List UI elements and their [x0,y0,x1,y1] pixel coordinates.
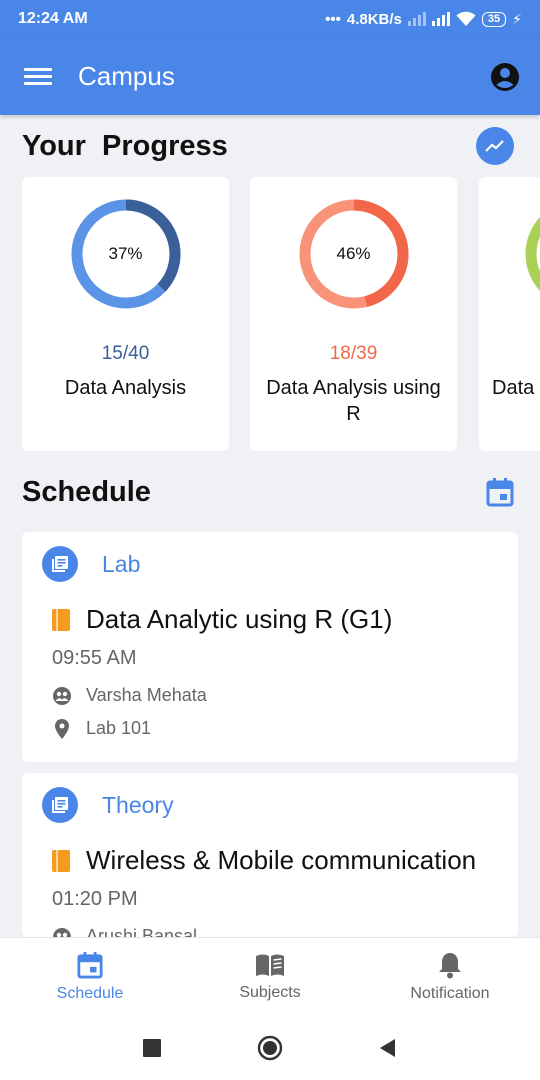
teacher-row: Arushi Bansal [52,926,197,937]
charging-icon: ⚡ [512,10,522,27]
class-type-label: Lab [102,550,141,577]
bottom-nav: Schedule Subjects Notification [0,937,540,1016]
teacher-name: Arushi Bansal [86,926,198,937]
progress-card[interactable]: 46% 18/39 Data Analysis using R [250,177,457,451]
nav-subjects[interactable]: Subjects [180,938,360,1016]
home-button[interactable] [257,1035,283,1061]
progress-card[interactable]: Data [479,177,540,451]
progress-percent: 37% [108,244,143,263]
progress-ring [524,198,540,310]
subject-row: Wireless & Mobile communication [52,845,476,876]
progress-percent: 46% [336,244,371,263]
recents-button[interactable] [139,1035,165,1061]
schedule-card[interactable]: Theory Wireless & Mobile communication 0… [22,773,518,937]
progress-card[interactable]: 37% 15/40 Data Analysis [22,177,229,451]
class-type-icon [42,546,78,582]
class-type-icon [42,787,78,823]
signal-icon [407,12,426,26]
status-dots: ••• [325,10,341,28]
progress-count: 18/39 [329,343,378,364]
back-button[interactable] [375,1035,401,1061]
account-icon[interactable] [490,62,520,92]
trending-icon[interactable] [476,127,514,165]
signal-4g-icon [431,12,450,26]
people-icon [52,686,72,706]
battery-icon: 35 [481,11,507,27]
book-icon [52,608,70,631]
people-icon [52,927,72,937]
teacher-name: Varsha Mehata [86,685,207,705]
class-type: Theory [42,787,174,823]
app-bar: Campus [0,38,540,115]
progress-subject: Data Analysis using R [266,377,441,425]
progress-subject: Data Analysis [64,377,187,399]
status-time: 12:24 AM [18,10,88,27]
nav-notification[interactable]: Notification [360,938,540,1016]
schedule-title: Schedule [22,475,151,508]
location-icon [52,718,72,739]
nav-subjects-label: Subjects [239,984,301,1001]
system-nav-bar [0,1016,540,1080]
progress-count [479,343,540,365]
progress-cards[interactable]: 37% 15/40 Data Analysis 46% 18/39 Data A… [22,177,540,451]
class-type: Lab [42,546,140,582]
progress-ring: 37% [70,198,182,310]
progress-ring: 46% [298,198,410,310]
nav-notification-label: Notification [410,985,490,1002]
status-bar: 12:24 AM ••• 4.8KB/s 35 ⚡ [0,0,540,38]
nav-schedule[interactable]: Schedule [0,938,180,1016]
bell-icon [439,953,461,979]
net-speed: 4.8KB/s [346,10,402,28]
square-icon [143,1039,161,1057]
progress-subject: Data [492,377,535,399]
class-time: 01:20 PM [52,888,138,910]
circle-icon [257,1035,283,1061]
schedule-card[interactable]: Lab Data Analytic using R (G1) 09:55 AM … [22,532,518,762]
room-name: Lab 101 [86,718,152,738]
status-icons: ••• 4.8KB/s 35 ⚡ [325,11,522,28]
app-title: Campus [78,61,175,91]
subject-name: Wireless & Mobile communication [86,845,477,875]
room-row: Lab 101 [52,718,151,739]
open-book-icon [256,954,284,976]
triangle-back-icon [380,1039,395,1057]
progress-title: Your Progress [22,129,228,162]
progress-count: 15/40 [101,343,150,364]
schedule-header: Schedule [22,470,514,514]
subject-name: Data Analytic using R (G1) [86,604,393,634]
class-type-label: Theory [102,791,174,818]
nav-schedule-label: Schedule [56,985,124,1002]
teacher-row: Varsha Mehata [52,685,207,706]
subject-row: Data Analytic using R (G1) [52,604,392,635]
menu-icon[interactable] [24,64,52,89]
class-time: 09:55 AM [52,647,137,669]
calendar-icon[interactable] [486,477,514,507]
book-icon [52,849,70,872]
wifi-icon [456,11,476,26]
progress-header: Your Progress [22,124,514,168]
calendar-icon [77,952,103,979]
